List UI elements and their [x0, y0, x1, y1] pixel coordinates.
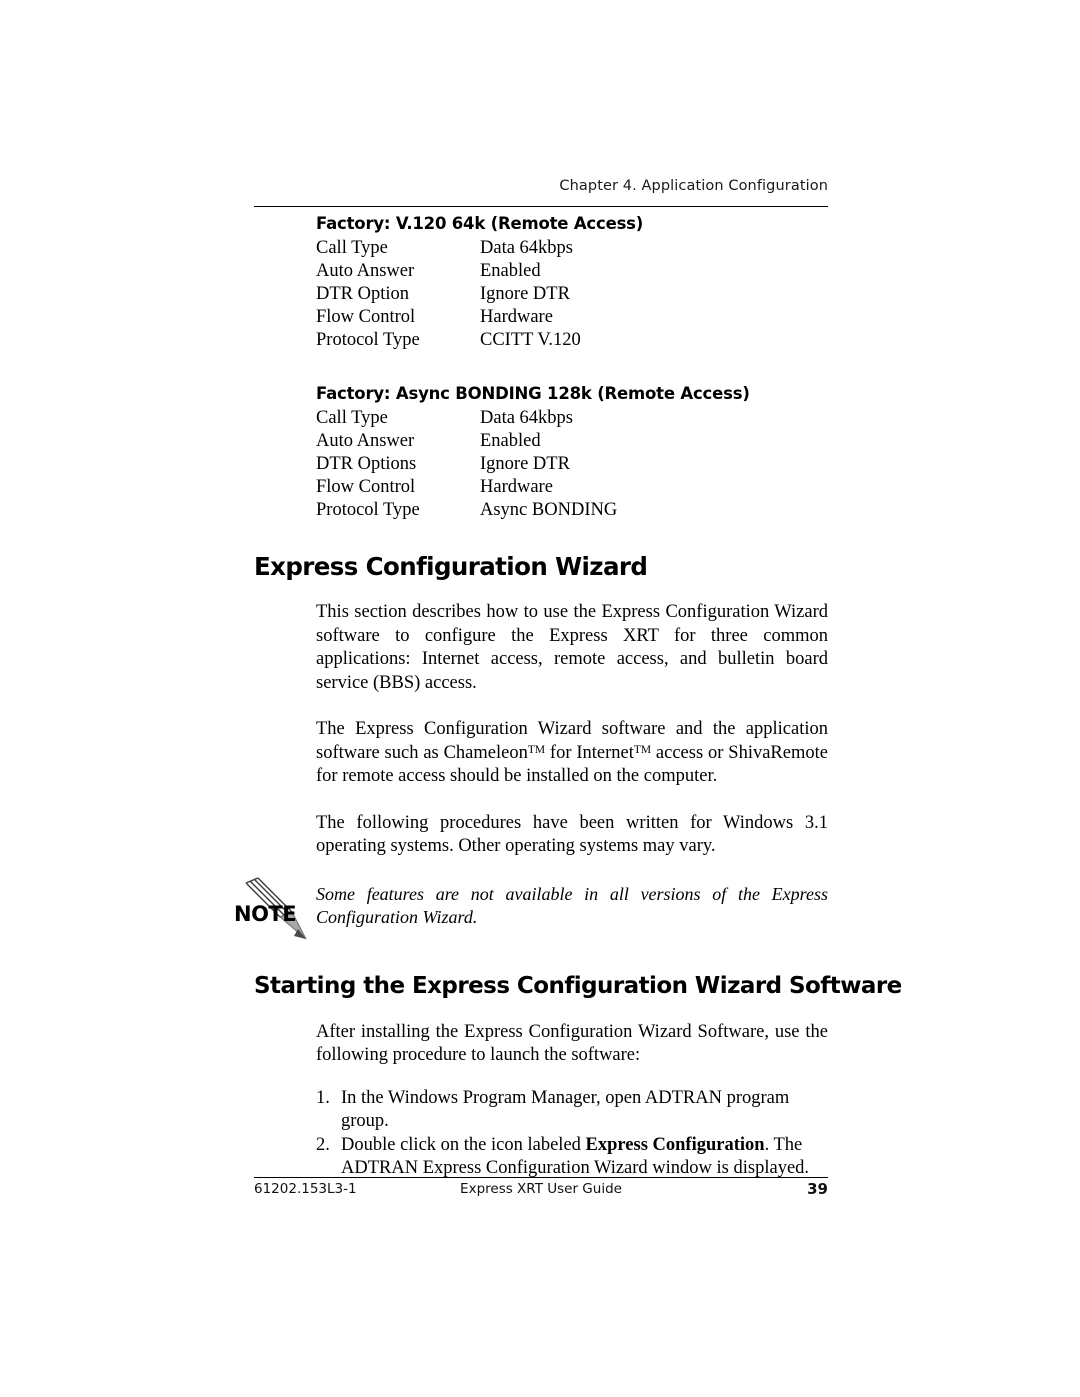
wizard-paragraph-1: This section describes how to use the Ex… [316, 602, 828, 693]
spec-value: Hardware [480, 477, 553, 497]
paragraph-text: for Internet [545, 742, 634, 763]
table-row: DTR Options Ignore DTR [316, 453, 617, 476]
spec-table: Call Type Data 64kbps Auto Answer Enable… [316, 407, 617, 522]
table-row: Protocol Type CCITT V.120 [316, 329, 581, 352]
note-text: Some features are not available in all v… [316, 883, 828, 927]
note-callout: NOTE Some features are not available in … [234, 876, 828, 943]
spec-value: Enabled [480, 431, 541, 451]
page-content: Factory: V.120 64k (Remote Access) Call … [234, 214, 902, 1181]
spec-key: Auto Answer [316, 261, 415, 281]
page-footer: 61202.153L3-1 Express XRT User Guide 39 [254, 1180, 828, 1203]
table-row: Auto Answer Enabled [316, 260, 581, 283]
spec-table: Call Type Data 64kbps Auto Answer Enable… [316, 237, 581, 352]
trademark-symbol: TM [633, 743, 652, 756]
list-item: In the Windows Program Manager, open ADT… [316, 1087, 828, 1134]
spec-value: Enabled [480, 261, 541, 281]
spec-key: DTR Options [316, 454, 417, 474]
table-row: Flow Control Hardware [316, 476, 617, 499]
wizard-paragraph-2: The Express Configuration Wizard softwar… [316, 718, 828, 789]
step-text: Double click on the icon labeled [341, 1134, 586, 1155]
spec-value: Data 64kbps [480, 408, 573, 428]
step-text: In the Windows Program Manager, open ADT… [341, 1087, 790, 1132]
page-title: Express Configuration Wizard [254, 552, 648, 581]
spec-key: DTR Option [316, 284, 410, 304]
footer-rule [254, 1177, 828, 1178]
note-label-text: NOTE [234, 902, 296, 926]
spec-block-title: Factory: V.120 64k (Remote Access) [316, 214, 644, 233]
list-item: Double click on the icon labeled Express… [316, 1134, 828, 1181]
starting-intro-paragraph: After installing the Express Configurati… [316, 1021, 828, 1066]
spec-key: Protocol Type [316, 330, 420, 350]
spec-key: Call Type [316, 408, 388, 428]
spec-block-v120: Factory: V.120 64k (Remote Access) Call … [254, 214, 828, 352]
spec-value: Data 64kbps [480, 238, 573, 258]
table-row: DTR Option Ignore DTR [316, 283, 581, 306]
spec-value: Hardware [480, 307, 553, 327]
step-bold-term: Express Configuration [585, 1134, 765, 1155]
wizard-paragraph-3: The following procedures have been writt… [316, 812, 828, 857]
spec-value: CCITT V.120 [480, 330, 581, 350]
trademark-symbol: TM [527, 743, 546, 756]
spec-block-async-bonding: Factory: Async BONDING 128k (Remote Acce… [254, 384, 828, 522]
table-row: Protocol Type Async BONDING [316, 499, 617, 522]
spec-key: Flow Control [316, 477, 416, 497]
pencil-icon: NOTE [234, 876, 307, 939]
spec-key: Auto Answer [316, 431, 415, 451]
document-page: Chapter 4. Application Configuration Fac… [0, 0, 1080, 1397]
spec-value: Async BONDING [480, 500, 618, 520]
header-rule [254, 206, 828, 207]
procedure-steps: In the Windows Program Manager, open ADT… [316, 1087, 828, 1181]
table-row: Call Type Data 64kbps [316, 237, 581, 260]
table-row: Call Type Data 64kbps [316, 407, 617, 430]
section-heading-starting: Starting the Express Configuration Wizar… [254, 972, 902, 999]
guide-title: Express XRT User Guide [460, 1181, 622, 1197]
spec-value: Ignore DTR [480, 454, 570, 474]
running-head: Chapter 4. Application Configuration [559, 178, 828, 194]
spec-key: Call Type [316, 238, 388, 258]
spec-key: Flow Control [316, 307, 416, 327]
table-row: Auto Answer Enabled [316, 430, 617, 453]
page-number: 39 [807, 1180, 828, 1198]
table-row: Flow Control Hardware [316, 306, 581, 329]
spec-block-title: Factory: Async BONDING 128k (Remote Acce… [316, 384, 750, 403]
spec-value: Ignore DTR [480, 284, 570, 304]
spec-key: Protocol Type [316, 500, 420, 520]
